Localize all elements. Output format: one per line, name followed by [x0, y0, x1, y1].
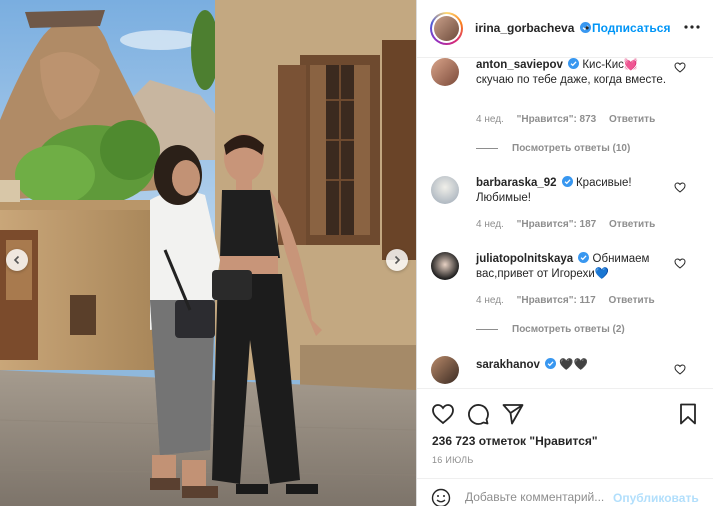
- post-sidebar: irina_gorbacheva • Подписаться anton_sav…: [416, 0, 713, 506]
- comment-body: 🖤🖤: [559, 359, 588, 371]
- chevron-right-icon: [394, 255, 401, 265]
- comment-likes[interactable]: "Нравится": 187: [517, 219, 597, 230]
- comment-text: sarakhanov 🖤🖤: [476, 358, 671, 373]
- verified-badge-icon: [568, 58, 580, 69]
- post-actions: 236 723 отметок "Нравится" 16 ИЮЛЬ: [417, 388, 713, 478]
- comment-username[interactable]: sarakhanov: [476, 359, 540, 371]
- heart-outline-icon[interactable]: [674, 258, 686, 269]
- add-comment-bar: Опубликовать: [417, 478, 713, 506]
- comment-input[interactable]: [465, 487, 625, 506]
- comment-avatar[interactable]: [431, 356, 459, 384]
- heart-outline-icon[interactable]: [674, 62, 686, 73]
- comments-list: anton_saviepov Кис-Кис💓 скучаю по тебе д…: [417, 58, 713, 388]
- reply-button[interactable]: Ответить: [608, 295, 654, 306]
- heart-outline-icon[interactable]: [431, 402, 455, 426]
- heart-outline-icon[interactable]: [674, 182, 686, 193]
- verified-badge-icon: [545, 358, 557, 369]
- view-replies-label[interactable]: Посмотреть ответы (10): [512, 143, 630, 154]
- comment-text: juliatopolnitskaya Обнимаем вас,привет о…: [476, 252, 671, 282]
- post-date[interactable]: 16 ИЮЛЬ: [432, 455, 474, 465]
- comment-time[interactable]: 4 нед.: [476, 219, 504, 230]
- likes-count[interactable]: 236 723 отметок "Нравится": [432, 434, 598, 448]
- next-photo-button[interactable]: [386, 249, 408, 271]
- bookmark-icon[interactable]: [676, 402, 700, 426]
- post-photo[interactable]: [0, 0, 416, 506]
- comment-likes[interactable]: "Нравится": 873: [517, 114, 597, 125]
- comment-username[interactable]: anton_saviepov: [476, 59, 563, 71]
- follow-button[interactable]: Подписаться: [592, 21, 670, 35]
- replies-divider: [476, 328, 498, 330]
- comment-meta: 4 нед. "Нравится": 873 Ответить: [476, 114, 665, 125]
- view-replies-button[interactable]: Посмотреть ответы (2): [476, 324, 625, 335]
- view-replies-label[interactable]: Посмотреть ответы (2): [512, 324, 625, 335]
- replies-divider: [476, 147, 498, 149]
- view-replies-button[interactable]: Посмотреть ответы (10): [476, 143, 630, 154]
- more-horizontal-icon[interactable]: [683, 20, 701, 34]
- comment-avatar[interactable]: [431, 58, 459, 86]
- author-avatar[interactable]: [430, 12, 463, 45]
- header-separator: •: [585, 21, 590, 35]
- photo-illustration: [0, 0, 416, 506]
- author-username[interactable]: irina_gorbacheva: [475, 21, 591, 35]
- comment-username[interactable]: juliatopolnitskaya: [476, 253, 573, 265]
- author-username-text[interactable]: irina_gorbacheva: [475, 21, 574, 35]
- comment-avatar[interactable]: [431, 252, 459, 280]
- comment-time[interactable]: 4 нед.: [476, 114, 504, 125]
- chevron-left-icon: [13, 255, 20, 265]
- reply-button[interactable]: Ответить: [609, 219, 655, 230]
- comment-likes[interactable]: "Нравится": 117: [517, 295, 596, 306]
- verified-badge-icon: [561, 176, 573, 187]
- comment-text: anton_saviepov Кис-Кис💓 скучаю по тебе д…: [476, 58, 671, 88]
- comment-time[interactable]: 4 нед.: [476, 295, 504, 306]
- comment-avatar[interactable]: [431, 176, 459, 204]
- comment-meta: 4 нед. "Нравится": 187 Ответить: [476, 219, 665, 230]
- smiley-icon[interactable]: [431, 488, 451, 506]
- paper-plane-icon[interactable]: [501, 402, 525, 426]
- prev-photo-button[interactable]: [6, 249, 28, 271]
- comment-icon[interactable]: [466, 402, 490, 426]
- heart-outline-icon[interactable]: [674, 364, 686, 375]
- verified-badge-icon: [578, 252, 590, 263]
- reply-button[interactable]: Ответить: [609, 114, 655, 125]
- publish-button[interactable]: Опубликовать: [613, 491, 699, 505]
- comment-meta: 4 нед. "Нравится": 117 Ответить: [476, 295, 665, 306]
- comment-username[interactable]: barbaraska_92: [476, 177, 557, 189]
- post-header: irina_gorbacheva • Подписаться: [417, 0, 713, 58]
- comment-text: barbaraska_92 Красивые! Любимые!: [476, 176, 671, 206]
